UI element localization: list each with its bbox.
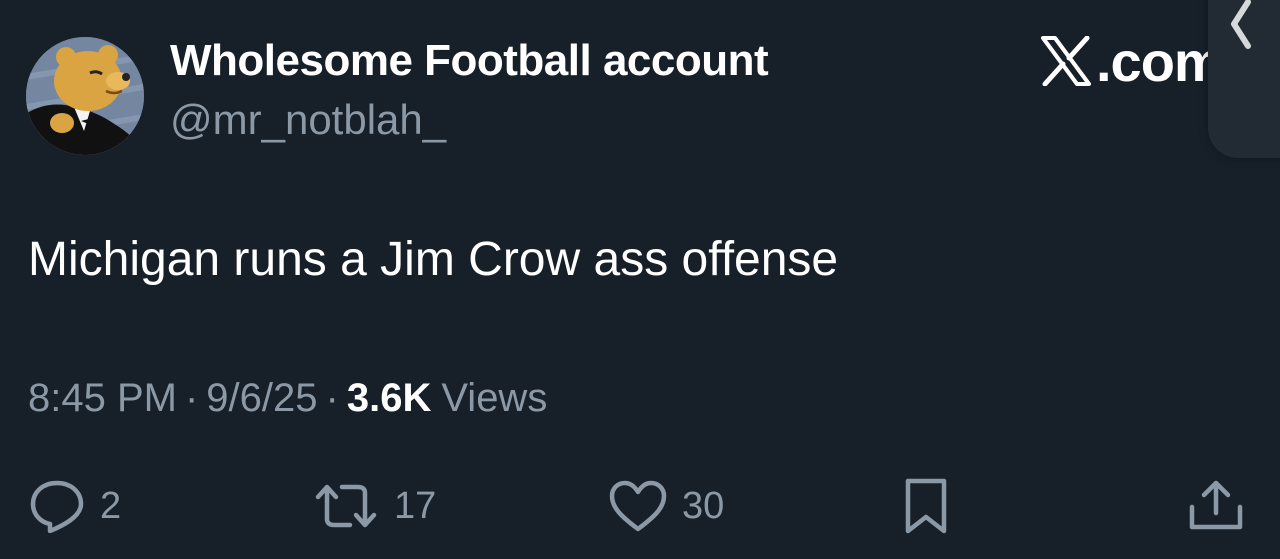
share-icon — [1189, 480, 1243, 530]
tweet-text: Michigan runs a Jim Crow ass offense — [28, 233, 839, 286]
x-logo-icon — [1041, 36, 1091, 86]
share-button[interactable] — [1186, 478, 1246, 534]
tweet-meta: 8:45 PM · 9/6/25 · 3.6K Views — [28, 376, 547, 421]
bookmark-button[interactable] — [900, 478, 952, 534]
bookmark-icon — [905, 478, 947, 534]
repost-count: 17 — [394, 484, 437, 527]
reply-count: 2 — [100, 484, 122, 527]
tweet-time: 8:45 PM — [28, 376, 177, 420]
reply-button[interactable]: 2 — [28, 478, 121, 534]
chevron-left-icon — [1231, 0, 1251, 49]
like-icon — [609, 480, 667, 532]
brand-label: .com — [1096, 29, 1224, 93]
side-panel-handle[interactable] — [1208, 0, 1280, 158]
x-brand-watermark: .com — [1040, 28, 1224, 94]
views-count: 3.6K — [346, 376, 432, 420]
like-button[interactable]: 30 — [608, 478, 724, 534]
author-handle[interactable]: @mr_notblah_ — [170, 96, 446, 144]
tuxedo-bear-avatar — [26, 37, 144, 155]
author-display-name[interactable]: Wholesome Football account — [170, 36, 769, 86]
repost-button[interactable]: 17 — [312, 478, 436, 534]
meta-separator: · — [184, 376, 199, 420]
repost-icon — [315, 484, 377, 528]
reply-icon — [30, 480, 84, 533]
author-avatar[interactable] — [26, 37, 144, 155]
like-count: 30 — [682, 484, 725, 527]
tweet-date[interactable]: 9/6/25 — [206, 376, 317, 421]
views-label: Views — [441, 376, 548, 420]
meta-separator: · — [325, 376, 339, 420]
